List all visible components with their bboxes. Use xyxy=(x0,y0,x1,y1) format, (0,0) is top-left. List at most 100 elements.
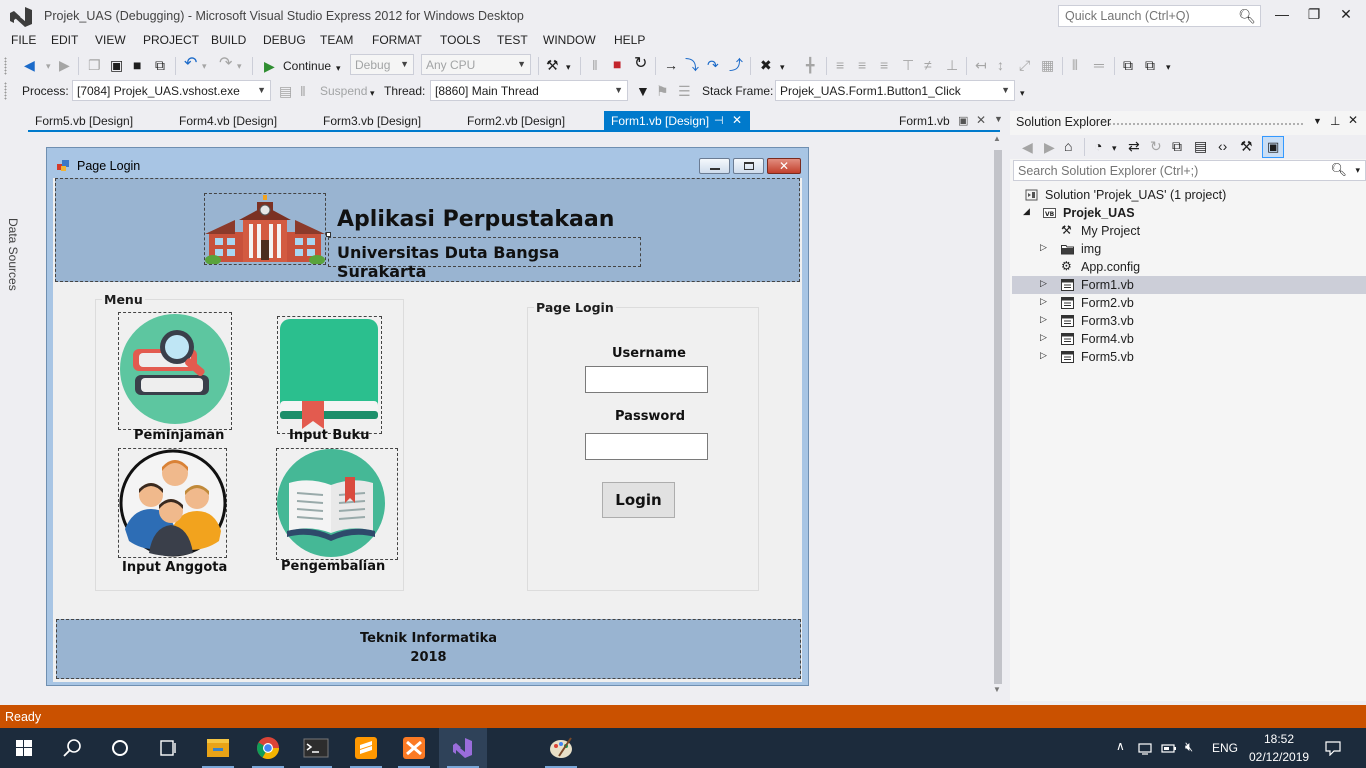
stop-debugging-icon[interactable]: ■ xyxy=(613,56,621,72)
menu-edit[interactable]: EDIT xyxy=(51,33,78,47)
taskbar-file-explorer[interactable] xyxy=(194,728,242,768)
back-icon[interactable]: ◀ xyxy=(1022,139,1033,155)
align-bottoms-icon[interactable]: ⊥ xyxy=(946,57,958,73)
home-icon[interactable]: ⌂ xyxy=(1064,138,1072,154)
menu-view[interactable]: VIEW xyxy=(95,33,126,47)
close-icon[interactable]: ✕ xyxy=(976,113,986,127)
solution-platform-combo[interactable]: Any CPU ▼ xyxy=(421,54,531,75)
pin-icon[interactable]: ⊣ xyxy=(714,114,724,127)
process-combo[interactable]: [7084] Projek_UAS.vshost.exe ▼ xyxy=(72,80,271,101)
tab-form3-design[interactable]: Form3.vb [Design] xyxy=(316,111,428,131)
toolbar-options-icon[interactable]: ▾ xyxy=(1166,59,1171,75)
make-same-height-icon[interactable]: ↕ xyxy=(997,57,1004,73)
panel-options-icon[interactable]: ▼ xyxy=(1313,116,1322,126)
scroll-down-icon[interactable]: ▼ xyxy=(993,685,1001,694)
navigate-forward-icon[interactable]: ▶ xyxy=(59,57,70,73)
refresh-icon[interactable]: ↻ xyxy=(1150,138,1162,154)
open-file-icon[interactable]: ▣ xyxy=(110,57,123,73)
toolbar-grip[interactable] xyxy=(4,57,7,75)
panel-grip[interactable] xyxy=(1108,122,1304,126)
tree-item-my-project[interactable]: ⚒ My Project xyxy=(1012,222,1366,240)
send-to-back-icon[interactable]: ⧉ xyxy=(1145,57,1155,73)
align-tops-icon[interactable]: ⊤ xyxy=(902,57,914,73)
pengembalian-picture[interactable] xyxy=(276,448,398,560)
suspend-dropdown-icon[interactable]: ▾ xyxy=(370,85,375,101)
taskbar-paint-app[interactable] xyxy=(537,728,585,768)
tree-item-form4[interactable]: ▷ Form4.vb xyxy=(1012,330,1366,348)
pin-icon[interactable]: ⊥ xyxy=(1330,114,1340,128)
minimize-button[interactable]: — xyxy=(1266,4,1298,26)
solution-search-box[interactable]: 🔍︎ ▾ xyxy=(1013,160,1366,181)
redo-icon[interactable]: ↷ xyxy=(219,56,232,72)
tab-form2-design[interactable]: Form2.vb [Design] xyxy=(460,111,572,131)
restore-button[interactable]: ❐ xyxy=(1298,4,1330,26)
menu-format[interactable]: FORMAT xyxy=(372,33,422,47)
taskbar-sublime-text[interactable] xyxy=(342,728,390,768)
keep-open-icon[interactable]: ▣ xyxy=(958,114,968,127)
filter-icon[interactable]: ▼ xyxy=(636,83,650,99)
close-icon[interactable]: ✕ xyxy=(1348,113,1358,127)
thread-combo[interactable]: [8860] Main Thread ▼ xyxy=(430,80,628,101)
show-hidden-icons-icon[interactable]: ∧ xyxy=(1116,739,1125,753)
horizontal-spacing-icon[interactable]: ⫴ xyxy=(1072,57,1078,73)
task-view-button[interactable] xyxy=(144,728,192,768)
undo-icon[interactable]: ↶ xyxy=(184,56,197,72)
save-icon[interactable]: ■ xyxy=(133,57,141,73)
menu-window[interactable]: WINDOW xyxy=(543,33,596,47)
tab-overflow-icon[interactable]: ▼ xyxy=(994,114,1003,124)
collapsed-arrow-icon[interactable]: ▷ xyxy=(1040,350,1047,361)
network-icon[interactable] xyxy=(1137,740,1153,756)
menu-debug[interactable]: DEBUG xyxy=(263,33,306,47)
save-all-icon[interactable]: ⧉ xyxy=(155,57,165,73)
menu-test[interactable]: TEST xyxy=(497,33,528,47)
bring-to-front-icon[interactable]: ⧉ xyxy=(1123,57,1133,73)
flag-threads-icon[interactable]: ⚑ xyxy=(656,83,669,99)
toolbar-options-icon[interactable]: ▾ xyxy=(1020,85,1025,101)
make-same-size-icon[interactable]: ⤢ xyxy=(1019,57,1030,73)
input-anggota-label[interactable]: Input Anggota xyxy=(122,560,227,575)
hex-dropdown-icon[interactable]: ▾ xyxy=(780,59,785,75)
back-dropdown-icon[interactable]: ▾ xyxy=(46,58,51,74)
collapsed-arrow-icon[interactable]: ▷ xyxy=(1040,296,1047,307)
continue-button[interactable]: ▶ Continue ▾ xyxy=(262,56,344,76)
menu-project[interactable]: PROJECT xyxy=(143,33,199,47)
quick-launch-input[interactable] xyxy=(1059,6,1229,26)
form-minimize-button[interactable] xyxy=(699,158,730,174)
tab-form1-preview[interactable]: Form1.vb ▣ ✕ ▼ xyxy=(892,111,1003,131)
new-project-icon[interactable]: ❐ xyxy=(88,57,101,73)
menu-help[interactable]: HELP xyxy=(614,33,645,47)
attach-dropdown-icon[interactable]: ▾ xyxy=(566,59,571,75)
forward-icon[interactable]: ▶ xyxy=(1044,139,1055,155)
step-out-icon[interactable]: ⤴ xyxy=(729,57,743,73)
show-all-files-icon[interactable]: ▤ xyxy=(1194,138,1207,154)
volume-muted-icon[interactable]: 🔇︎ xyxy=(1185,739,1193,755)
hexadecimal-display-icon[interactable]: ✖ xyxy=(760,57,772,73)
restart-icon[interactable]: ↻ xyxy=(634,56,647,72)
search-options-icon[interactable]: ▾ xyxy=(1355,165,1360,176)
search-button[interactable] xyxy=(48,728,96,768)
pending-changes-filter-icon[interactable]: ◔ xyxy=(1094,138,1102,154)
view-code-icon[interactable]: ‹› xyxy=(1218,138,1227,154)
selection-handle[interactable] xyxy=(326,232,331,237)
navigate-back-icon[interactable]: ◀ xyxy=(24,57,35,73)
peminjaman-picture[interactable] xyxy=(118,312,232,430)
break-all-icon[interactable]: ‖ xyxy=(592,57,598,73)
collapsed-arrow-icon[interactable]: ▷ xyxy=(1040,314,1047,325)
form-close-button[interactable]: ✕ xyxy=(767,158,801,174)
taskbar-visual-studio[interactable] xyxy=(439,728,487,768)
taskbar-clock-date[interactable]: 02/12/2019 xyxy=(1249,750,1309,764)
taskbar-chrome[interactable] xyxy=(244,728,292,768)
undo-dropdown-icon[interactable]: ▾ xyxy=(202,58,207,74)
align-middles-icon[interactable]: ≠ xyxy=(924,57,932,73)
align-centers-icon[interactable]: ≡ xyxy=(858,57,866,73)
taskbar-clock-time[interactable]: 18:52 xyxy=(1264,732,1294,746)
step-over-icon[interactable]: ↷ xyxy=(707,57,719,73)
make-same-width-icon[interactable]: ↤ xyxy=(975,57,987,73)
attach-process-icon[interactable]: ⚒ xyxy=(546,57,559,73)
scroll-thumb[interactable] xyxy=(994,150,1002,684)
tree-item-form3[interactable]: ▷ Form3.vb xyxy=(1012,312,1366,330)
taskbar-terminal[interactable] xyxy=(292,728,340,768)
password-input[interactable] xyxy=(585,433,708,460)
username-input[interactable] xyxy=(585,366,708,393)
input-anggota-picture[interactable] xyxy=(118,448,227,558)
